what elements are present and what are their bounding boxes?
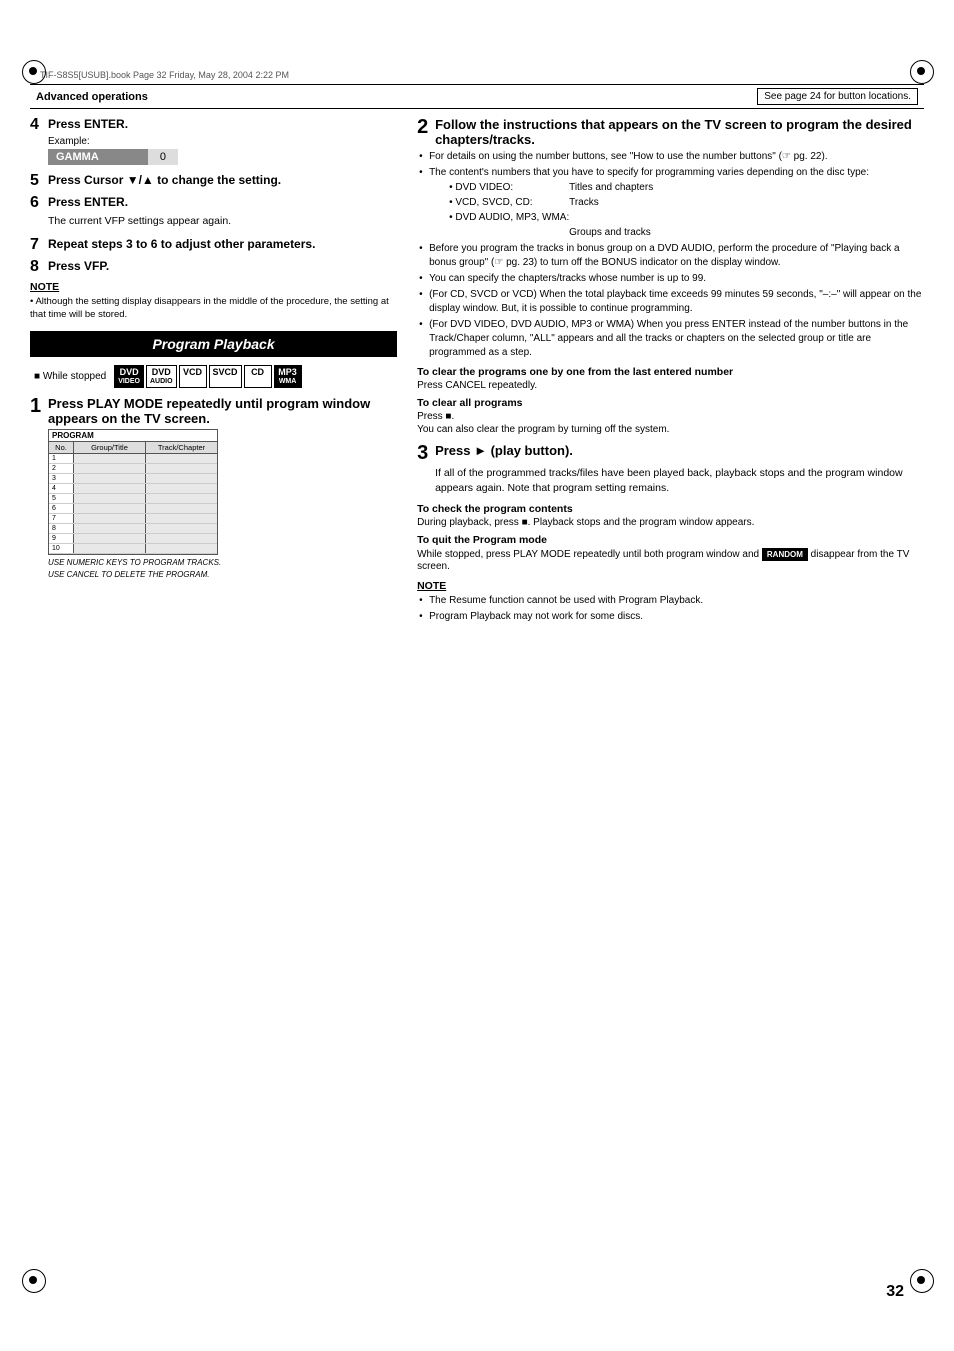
bullet-2: The content's numbers that you have to s…: [417, 166, 924, 240]
step-5-text: Press Cursor ▼/▲ to change the setting.: [48, 173, 281, 187]
clear-last-heading: To clear the programs one by one from th…: [417, 366, 924, 378]
prog-row-4: 4: [49, 484, 217, 494]
step-3-text: Press ► (play button).: [435, 443, 573, 458]
note-title-right: NOTE: [417, 580, 924, 592]
prog-table-title: PROGRAM: [49, 430, 97, 441]
step-2-bullets: For details on using the number buttons,…: [417, 150, 924, 360]
step-6-number: 6: [30, 195, 44, 211]
right-column: 2 Follow the instructions that appears o…: [417, 117, 924, 632]
badge-vcd: VCD: [179, 365, 207, 388]
step-4-number: 4: [30, 117, 44, 133]
random-badge: RANDOM: [762, 548, 808, 561]
note-bullets-right: The Resume function cannot be used with …: [417, 594, 924, 624]
step-3-number: 3: [417, 443, 431, 463]
note-block-left: NOTE • Although the setting display disa…: [30, 281, 397, 322]
prog-row-8: 8: [49, 524, 217, 534]
check-heading: To check the program contents: [417, 503, 924, 515]
step-2-number: 2: [417, 117, 431, 137]
section-header: Advanced operations See page 24 for butt…: [30, 84, 924, 109]
badge-dvd-audio: DVD AUDIO: [146, 365, 177, 388]
note-block-right: NOTE The Resume function cannot be used …: [417, 580, 924, 624]
disc-badges: DVD VIDEO DVD AUDIO VCD SVCD CD: [114, 365, 301, 388]
badge-dvd-video: DVD VIDEO: [114, 365, 144, 388]
col-hdr-grp: Group/Title: [74, 442, 146, 453]
section-title: Advanced operations: [36, 91, 148, 103]
step-7-number: 7: [30, 237, 44, 253]
prog-row-2: 2: [49, 464, 217, 474]
program-window: PROGRAM No. Group/Title Track/Chapter 1 …: [48, 429, 397, 579]
step-8-number: 8: [30, 259, 44, 275]
step-1-heading: 1 Press PLAY MODE repeatedly until progr…: [30, 396, 397, 426]
badge-cd: CD: [244, 365, 272, 388]
prog-row-5: 5: [49, 494, 217, 504]
quit-body: While stopped, press PLAY MODE repeatedl…: [417, 548, 924, 572]
prog-col-headers: No. Group/Title Track/Chapter: [49, 442, 217, 454]
bullet-6: (For DVD VIDEO, DVD AUDIO, MP3 or WMA) W…: [417, 318, 924, 360]
step-1-number: 1: [30, 396, 44, 416]
disc-type-groups: Groups and tracks: [449, 225, 924, 240]
step-2-text: Follow the instructions that appears on …: [435, 117, 924, 147]
step-4-text: Press ENTER.: [48, 117, 128, 131]
prog-table-header: PROGRAM: [49, 430, 217, 442]
step-1-text: Press PLAY MODE repeatedly until program…: [48, 396, 397, 426]
bullet-1: For details on using the number buttons,…: [417, 150, 924, 164]
left-column: 4 Press ENTER. Example: GAMMA 0 5 Press …: [30, 117, 397, 632]
clear-all-body: Press ■.: [417, 411, 924, 422]
step-2-heading: 2 Follow the instructions that appears o…: [417, 117, 924, 147]
step-7-heading: 7 Repeat steps 3 to 6 to adjust other pa…: [30, 237, 397, 253]
while-stopped-row: ■ While stopped DVD VIDEO DVD AUDIO VCD: [34, 365, 397, 388]
clear-all-heading: To clear all programs: [417, 397, 924, 409]
step-5-number: 5: [30, 173, 44, 189]
step-4-heading: 4 Press ENTER.: [30, 117, 397, 133]
example-box: GAMMA 0: [48, 149, 178, 165]
bullet-3: Before you program the tracks in bonus g…: [417, 242, 924, 270]
step-6-body: The current VFP settings appear again.: [48, 214, 397, 229]
step-5-heading: 5 Press Cursor ▼/▲ to change the setting…: [30, 173, 397, 189]
badge-mp3wma: MP3 WMA: [274, 365, 302, 388]
disc-type-vcd: • VCD, SVCD, CD:Tracks: [449, 195, 924, 210]
col-hdr-no: No.: [49, 442, 74, 453]
note-text-left: • Although the setting display disappear…: [30, 295, 397, 322]
file-info: TIF-S8S5[USUB].book Page 32 Friday, May …: [40, 70, 924, 80]
prog-row-9: 9: [49, 534, 217, 544]
prog-row-1: 1: [49, 454, 217, 464]
step-3-body: If all of the programmed tracks/files ha…: [435, 466, 924, 495]
main-content: 4 Press ENTER. Example: GAMMA 0 5 Press …: [30, 117, 924, 632]
prog-note-2: USE CANCEL TO DELETE THE PROGRAM.: [48, 570, 397, 579]
example-label: Example:: [48, 136, 397, 147]
clear-last-body: Press CANCEL repeatedly.: [417, 380, 924, 391]
program-table: PROGRAM No. Group/Title Track/Chapter 1 …: [48, 429, 218, 555]
quit-heading: To quit the Program mode: [417, 534, 924, 546]
note-bullet-2: Program Playback may not work for some d…: [417, 610, 924, 624]
step-8-text: Press VFP.: [48, 259, 109, 273]
step-8-heading: 8 Press VFP.: [30, 259, 397, 275]
disc-type-dvd-audio: • DVD AUDIO, MP3, WMA:: [449, 210, 924, 225]
bullet-4: You can specify the chapters/tracks whos…: [417, 272, 924, 286]
example-item: GAMMA: [48, 149, 148, 165]
step-7-text: Repeat steps 3 to 6 to adjust other para…: [48, 237, 315, 251]
quit-body-1: While stopped, press PLAY MODE repeatedl…: [417, 549, 762, 560]
badge-svcd: SVCD: [209, 365, 242, 388]
example-value: 0: [148, 149, 178, 165]
prog-row-3: 3: [49, 474, 217, 484]
prog-row-7: 7: [49, 514, 217, 524]
disc-type-dvd-video: • DVD VIDEO:Titles and chapters: [449, 180, 924, 195]
page-number: 32: [886, 1283, 904, 1301]
check-body: During playback, press ■. Playback stops…: [417, 517, 924, 528]
prog-row-10: 10: [49, 544, 217, 554]
disc-type-list: • DVD VIDEO:Titles and chapters • VCD, S…: [429, 180, 924, 240]
see-page-note: See page 24 for button locations.: [757, 88, 918, 105]
bullet-5: (For CD, SVCD or VCD) When the total pla…: [417, 288, 924, 316]
note-title-left: NOTE: [30, 281, 397, 293]
prog-note-1: USE NUMERIC KEYS TO PROGRAM TRACKS.: [48, 558, 397, 567]
clear-all-note: You can also clear the program by turnin…: [417, 424, 924, 435]
while-stopped-label: ■ While stopped: [34, 371, 106, 382]
prog-row-6: 6: [49, 504, 217, 514]
program-playback-header: Program Playback: [30, 331, 397, 357]
step-3-heading: 3 Press ► (play button).: [417, 443, 924, 463]
col-hdr-trk: Track/Chapter: [146, 442, 217, 453]
step-6-text: Press ENTER.: [48, 195, 128, 209]
note-bullet-1: The Resume function cannot be used with …: [417, 594, 924, 608]
step-6-heading: 6 Press ENTER.: [30, 195, 397, 211]
